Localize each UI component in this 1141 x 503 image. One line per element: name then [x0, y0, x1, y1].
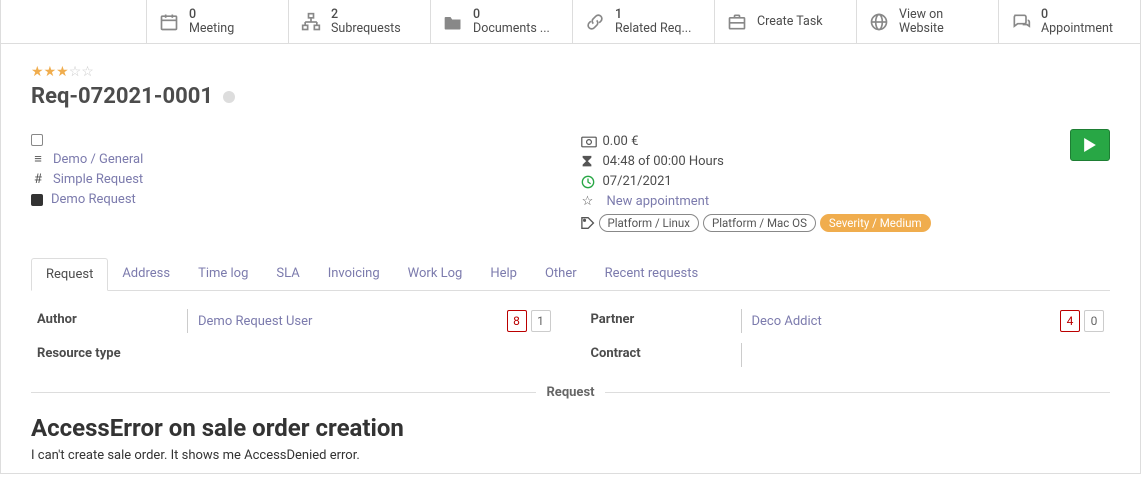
request-section-title: Request: [546, 385, 594, 400]
clock-icon: [581, 175, 595, 189]
money-icon: [581, 136, 595, 148]
start-timer-button[interactable]: [1070, 129, 1110, 161]
author-count-grey[interactable]: 1: [531, 310, 551, 332]
resource-type-value: [187, 343, 551, 367]
stat-appt-count: 0: [1041, 8, 1113, 22]
author-value[interactable]: Demo Request User: [198, 314, 312, 329]
money-value: 0.00 €: [603, 134, 639, 149]
tag-platform-linux[interactable]: Platform / Linux: [599, 214, 699, 232]
stat-website-line1: View on: [899, 8, 944, 22]
stat-meeting-label: Meeting: [189, 22, 234, 36]
sitemap-icon: [301, 12, 321, 32]
stat-appt-label: Appointment: [1041, 22, 1113, 36]
stat-related-count: 1: [615, 8, 691, 22]
star-icon: ★: [31, 64, 44, 80]
favorite-toggle[interactable]: [31, 134, 43, 146]
list-icon: ≡: [31, 151, 45, 167]
stat-subrequests[interactable]: 2 Subrequests: [288, 0, 430, 43]
stat-meeting-count: 0: [189, 8, 234, 22]
contract-value: [741, 343, 1105, 367]
right-meta: 0.00 € 04:48 of 00:00 Hours 07/21/2021 ☆: [581, 129, 1111, 237]
request-body: I can't create sale order. It shows me A…: [31, 448, 1110, 463]
author-label: Author: [37, 309, 187, 327]
author-count-red[interactable]: 8: [507, 310, 527, 332]
star-empty-icon: ☆: [81, 64, 94, 80]
request-name: Req-072021-0001: [31, 84, 213, 109]
calendar-icon: [159, 12, 179, 32]
priority-stars[interactable]: ★★★☆☆: [31, 64, 1110, 80]
tab-address[interactable]: Address: [108, 258, 184, 291]
stat-website-line2: Website: [899, 22, 944, 36]
tab-request[interactable]: Request: [31, 258, 108, 291]
stat-subreq-count: 2: [331, 8, 401, 22]
hash-icon: #: [31, 172, 45, 187]
stat-bar: 0 Meeting 2 Subrequests 0 Documents ...: [1, 0, 1140, 44]
comments-icon: [1011, 12, 1031, 32]
folder-icon: [443, 13, 463, 31]
star-icon: ★: [44, 64, 57, 80]
tab-recent[interactable]: Recent requests: [591, 258, 713, 291]
resource-type-label: Resource type: [37, 343, 187, 361]
stat-view-website[interactable]: View on Website: [856, 0, 998, 43]
hourglass-icon: [581, 155, 595, 169]
tags-icon: [581, 216, 595, 230]
stat-subreq-label: Subrequests: [331, 22, 401, 36]
stat-appointment[interactable]: 0 Appointment: [998, 0, 1140, 43]
tab-sla[interactable]: SLA: [262, 258, 313, 291]
tabs: Request Address Time log SLA Invoicing W…: [31, 257, 1110, 291]
briefcase-icon: [727, 12, 747, 32]
tab-worklog[interactable]: Work Log: [394, 258, 477, 291]
kind-box-icon: [31, 194, 43, 206]
partner-count-red[interactable]: 4: [1060, 310, 1080, 332]
contract-label: Contract: [591, 343, 741, 361]
partner-label: Partner: [591, 309, 741, 327]
request-title: AccessError on sale order creation: [31, 414, 1110, 442]
tab-help[interactable]: Help: [476, 258, 531, 291]
globe-icon: [869, 12, 889, 32]
tag-severity-medium[interactable]: Severity / Medium: [820, 214, 931, 232]
partner-count-grey[interactable]: 0: [1084, 310, 1104, 332]
page-title: Req-072021-0001: [31, 84, 1110, 109]
category-link[interactable]: Demo / General: [53, 152, 143, 167]
tab-timelog[interactable]: Time log: [184, 258, 262, 291]
star-outline-icon[interactable]: ☆: [581, 194, 595, 209]
fields-right: Partner Deco Addict 4 0 Contract: [591, 309, 1105, 377]
kind-link[interactable]: Demo Request: [51, 192, 136, 207]
stat-docs-count: 0: [473, 8, 550, 22]
time-value: 04:48 of 00:00 Hours: [603, 154, 724, 169]
stat-create-task[interactable]: Create Task: [714, 0, 856, 43]
tag-platform-macos[interactable]: Platform / Mac OS: [703, 214, 816, 232]
fields-left: Author Demo Request User 8 1 Resource ty…: [37, 309, 551, 377]
stat-meeting[interactable]: 0 Meeting: [146, 0, 288, 43]
partner-value[interactable]: Deco Addict: [752, 314, 822, 329]
left-meta: ≡ Demo / General # Simple Request Demo R…: [31, 129, 561, 237]
star-icon: ★: [56, 64, 69, 80]
tab-invoicing[interactable]: Invoicing: [314, 258, 394, 291]
stat-spacer: [1, 0, 146, 43]
date-value: 07/21/2021: [603, 174, 672, 189]
stat-related-label: Related Req...: [615, 22, 691, 36]
stat-docs-label: Documents ...: [473, 22, 550, 36]
new-appointment-link[interactable]: New appointment: [607, 194, 710, 209]
status-dot-icon[interactable]: [223, 91, 235, 103]
request-section-header: Request: [31, 385, 1110, 400]
link-icon: [585, 12, 605, 32]
stat-documents[interactable]: 0 Documents ...: [430, 0, 572, 43]
star-empty-icon: ☆: [69, 64, 82, 80]
stat-task-label: Create Task: [757, 15, 823, 29]
type-link[interactable]: Simple Request: [53, 172, 143, 187]
stat-related[interactable]: 1 Related Req...: [572, 0, 714, 43]
tab-other[interactable]: Other: [531, 258, 591, 291]
